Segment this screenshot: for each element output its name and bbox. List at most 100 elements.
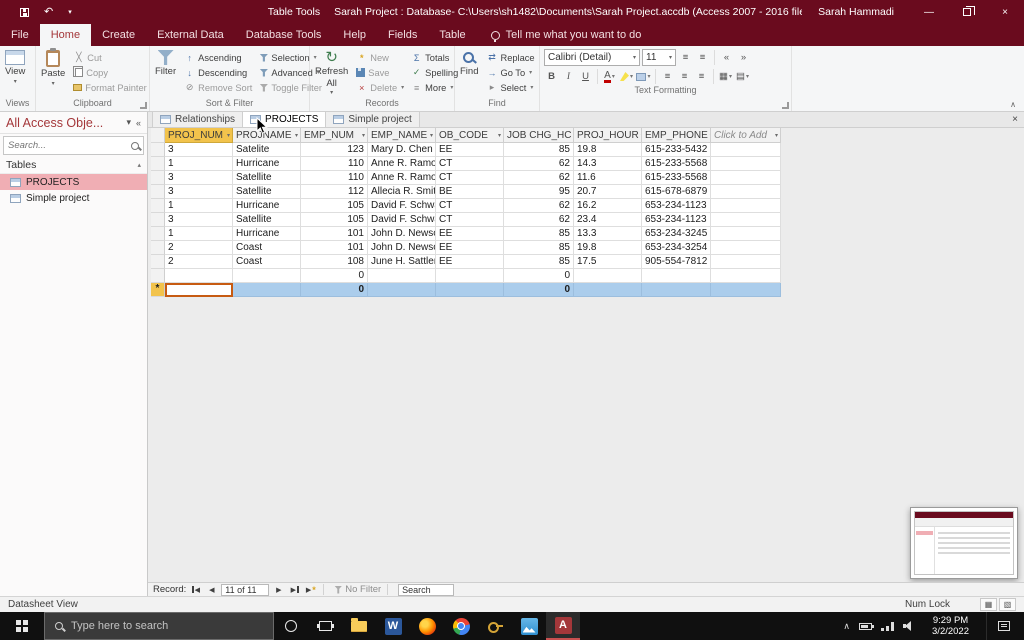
cell[interactable] bbox=[574, 269, 642, 283]
ribbon-tab-file[interactable]: File bbox=[0, 24, 40, 46]
cell[interactable]: 123 bbox=[301, 143, 368, 157]
cell[interactable]: 653-234-1123 bbox=[642, 199, 711, 213]
numbering-button[interactable]: ≡ bbox=[695, 50, 710, 65]
row-selector[interactable] bbox=[151, 143, 165, 157]
column-dropdown-icon[interactable]: ▾ bbox=[362, 132, 365, 139]
ascending-button[interactable]: ↑ Ascending bbox=[182, 51, 254, 64]
cell[interactable] bbox=[711, 185, 781, 199]
cell[interactable]: 905-554-7812 bbox=[642, 255, 711, 269]
paste-button[interactable]: Paste bbox=[38, 48, 68, 88]
header-row-selector[interactable] bbox=[151, 128, 165, 143]
cell[interactable]: 3 bbox=[165, 185, 233, 199]
ribbon-tab-fields[interactable]: Fields bbox=[377, 24, 428, 46]
new-blank-record-button[interactable]: ▶ * bbox=[304, 584, 317, 596]
cell[interactable]: 101 bbox=[301, 241, 368, 255]
active-cell[interactable] bbox=[165, 283, 233, 297]
cell[interactable] bbox=[711, 227, 781, 241]
document-tab-projects[interactable]: PROJECTS bbox=[242, 111, 327, 127]
cell[interactable] bbox=[642, 283, 711, 297]
cell[interactable]: EE bbox=[436, 255, 504, 269]
descending-button[interactable]: ↓ Descending bbox=[182, 66, 254, 79]
cell[interactable] bbox=[436, 283, 504, 297]
cell[interactable]: 3 bbox=[165, 213, 233, 227]
column-header-emp-phone[interactable]: EMP_PHONE▾ bbox=[642, 128, 711, 143]
qat-customize-icon[interactable]: ▾ bbox=[68, 7, 72, 18]
cell[interactable] bbox=[368, 283, 436, 297]
bullets-button[interactable]: ≡ bbox=[678, 50, 693, 65]
collapse-ribbon-icon[interactable]: ∧ bbox=[1010, 100, 1016, 109]
increase-indent-button[interactable]: » bbox=[736, 50, 751, 65]
cell[interactable]: CT bbox=[436, 171, 504, 185]
cell[interactable] bbox=[711, 241, 781, 255]
photos-button[interactable] bbox=[512, 612, 546, 640]
row-selector[interactable] bbox=[151, 227, 165, 241]
cell[interactable] bbox=[711, 283, 781, 297]
volume-icon[interactable] bbox=[903, 621, 915, 631]
cell[interactable]: 0 bbox=[504, 283, 574, 297]
cell[interactable]: June H. Sattlen bbox=[368, 255, 436, 269]
spelling-button[interactable]: ✓ Spelling bbox=[409, 66, 460, 79]
row-selector[interactable] bbox=[151, 185, 165, 199]
filter-status-button[interactable]: No Filter bbox=[334, 584, 381, 595]
nav-item-simple-project[interactable]: Simple project bbox=[0, 190, 147, 206]
bold-button[interactable]: B bbox=[544, 69, 559, 84]
more-button[interactable]: ≡ More bbox=[409, 81, 460, 94]
keys-app-button[interactable] bbox=[478, 612, 512, 640]
cell[interactable] bbox=[711, 157, 781, 171]
copy-button[interactable]: Copy bbox=[71, 66, 148, 79]
filter-button[interactable]: Filter bbox=[152, 49, 179, 78]
cell[interactable]: 653-234-3245 bbox=[642, 227, 711, 241]
cell[interactable]: EE bbox=[436, 143, 504, 157]
pane-menu-icon[interactable]: ▾ bbox=[126, 117, 131, 128]
cell[interactable]: 2 bbox=[165, 255, 233, 269]
cell[interactable]: 1 bbox=[165, 157, 233, 171]
column-header-ob-code[interactable]: OB_CODE ▾ bbox=[436, 128, 504, 143]
row-selector[interactable] bbox=[151, 171, 165, 185]
tables-group-header[interactable]: Tables ▴ bbox=[0, 157, 147, 174]
ribbon-tab-database-tools[interactable]: Database Tools bbox=[235, 24, 333, 46]
cell[interactable]: John D. Newso bbox=[368, 241, 436, 255]
datasheet-view-shortcut[interactable]: ▦ bbox=[980, 598, 997, 611]
task-view-button[interactable] bbox=[308, 612, 342, 640]
cell[interactable]: 615-678-6879 bbox=[642, 185, 711, 199]
undo-icon[interactable]: ↶ bbox=[44, 6, 53, 18]
record-search-input[interactable] bbox=[398, 583, 455, 596]
format-painter-button[interactable]: Format Painter bbox=[71, 81, 148, 94]
goto-button[interactable]: → Go To bbox=[484, 66, 536, 79]
find-button[interactable]: Find bbox=[457, 49, 481, 78]
new-record-selector[interactable]: * bbox=[151, 283, 165, 297]
cell[interactable] bbox=[368, 269, 436, 283]
cell[interactable]: 615-233-5568 bbox=[642, 171, 711, 185]
cell[interactable]: 653-234-3254 bbox=[642, 241, 711, 255]
cell[interactable]: 62 bbox=[504, 171, 574, 185]
clock[interactable]: 9:29 PM 3/2/2022 bbox=[932, 615, 969, 637]
taskbar-search[interactable] bbox=[44, 612, 274, 640]
alternate-row-color-button[interactable]: ▤ bbox=[735, 69, 750, 84]
cell[interactable]: David F. Schwa bbox=[368, 213, 436, 227]
row-selector[interactable] bbox=[151, 241, 165, 255]
column-dropdown-icon[interactable]: ▾ bbox=[430, 132, 433, 139]
cell[interactable]: 3 bbox=[165, 171, 233, 185]
cell[interactable]: 653-234-1123 bbox=[642, 213, 711, 227]
cell[interactable]: 108 bbox=[301, 255, 368, 269]
cell[interactable] bbox=[165, 269, 233, 283]
replace-button[interactable]: ⇄ Replace bbox=[484, 51, 536, 64]
cell[interactable]: Coast bbox=[233, 241, 301, 255]
row-selector[interactable] bbox=[151, 199, 165, 213]
cell[interactable]: Satellite bbox=[233, 171, 301, 185]
cell[interactable] bbox=[233, 269, 301, 283]
column-header-emp-name[interactable]: EMP_NAME ▾ bbox=[368, 128, 436, 143]
cell[interactable]: EE bbox=[436, 227, 504, 241]
font-color-button[interactable]: A bbox=[602, 69, 617, 84]
italic-button[interactable]: I bbox=[561, 69, 576, 84]
save-record-button[interactable]: Save bbox=[354, 66, 406, 79]
cell[interactable]: Satellite bbox=[233, 185, 301, 199]
start-button[interactable] bbox=[0, 612, 44, 640]
ribbon-tab-external-data[interactable]: External Data bbox=[146, 24, 235, 46]
navigation-search[interactable] bbox=[3, 136, 144, 155]
cell[interactable]: David F. Schwa bbox=[368, 199, 436, 213]
column-header-proj-num[interactable]: PROJ_NUM ▾ bbox=[165, 128, 233, 143]
align-right-button[interactable]: ≡ bbox=[694, 69, 709, 84]
previous-record-button[interactable]: ◀ bbox=[205, 584, 218, 596]
row-selector[interactable] bbox=[151, 269, 165, 283]
